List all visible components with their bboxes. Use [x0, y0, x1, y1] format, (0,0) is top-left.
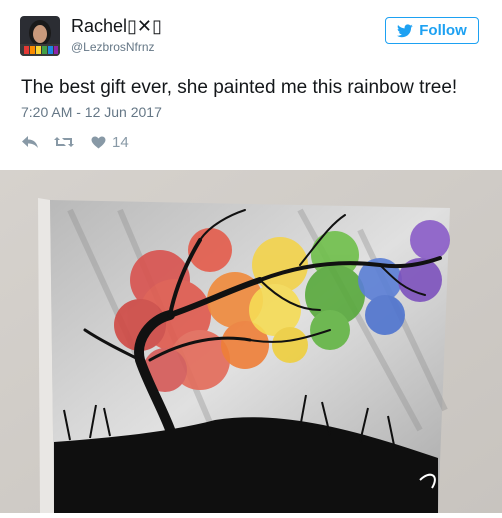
- bird-icon: [397, 23, 413, 37]
- tweet-actions: 14: [21, 132, 129, 152]
- avatar-image: [20, 16, 60, 56]
- reply-icon: [22, 136, 38, 148]
- avatar[interactable]: [20, 16, 60, 56]
- user-handle[interactable]: @LezbrosNfrnz: [71, 40, 155, 54]
- heart-icon: [91, 135, 106, 149]
- display-name[interactable]: Rachel▯✕▯: [71, 16, 162, 37]
- retweet-icon: [54, 137, 74, 147]
- reply-button[interactable]: [21, 135, 39, 149]
- like-button[interactable]: 14: [91, 134, 129, 151]
- tweet-photo[interactable]: [0, 170, 502, 513]
- tweet-timestamp[interactable]: 7:20 AM - 12 Jun 2017: [21, 104, 162, 120]
- follow-label: Follow: [419, 22, 467, 39]
- retweet-button[interactable]: [53, 135, 75, 149]
- rainbow-tree-painting-image: [0, 170, 502, 513]
- like-count: 14: [112, 133, 129, 151]
- tweet-card: Rachel▯✕▯ @LezbrosNfrnz Follow The best …: [0, 0, 502, 170]
- follow-button[interactable]: Follow: [385, 17, 479, 44]
- tweet-text: The best gift ever, she painted me this …: [21, 77, 458, 98]
